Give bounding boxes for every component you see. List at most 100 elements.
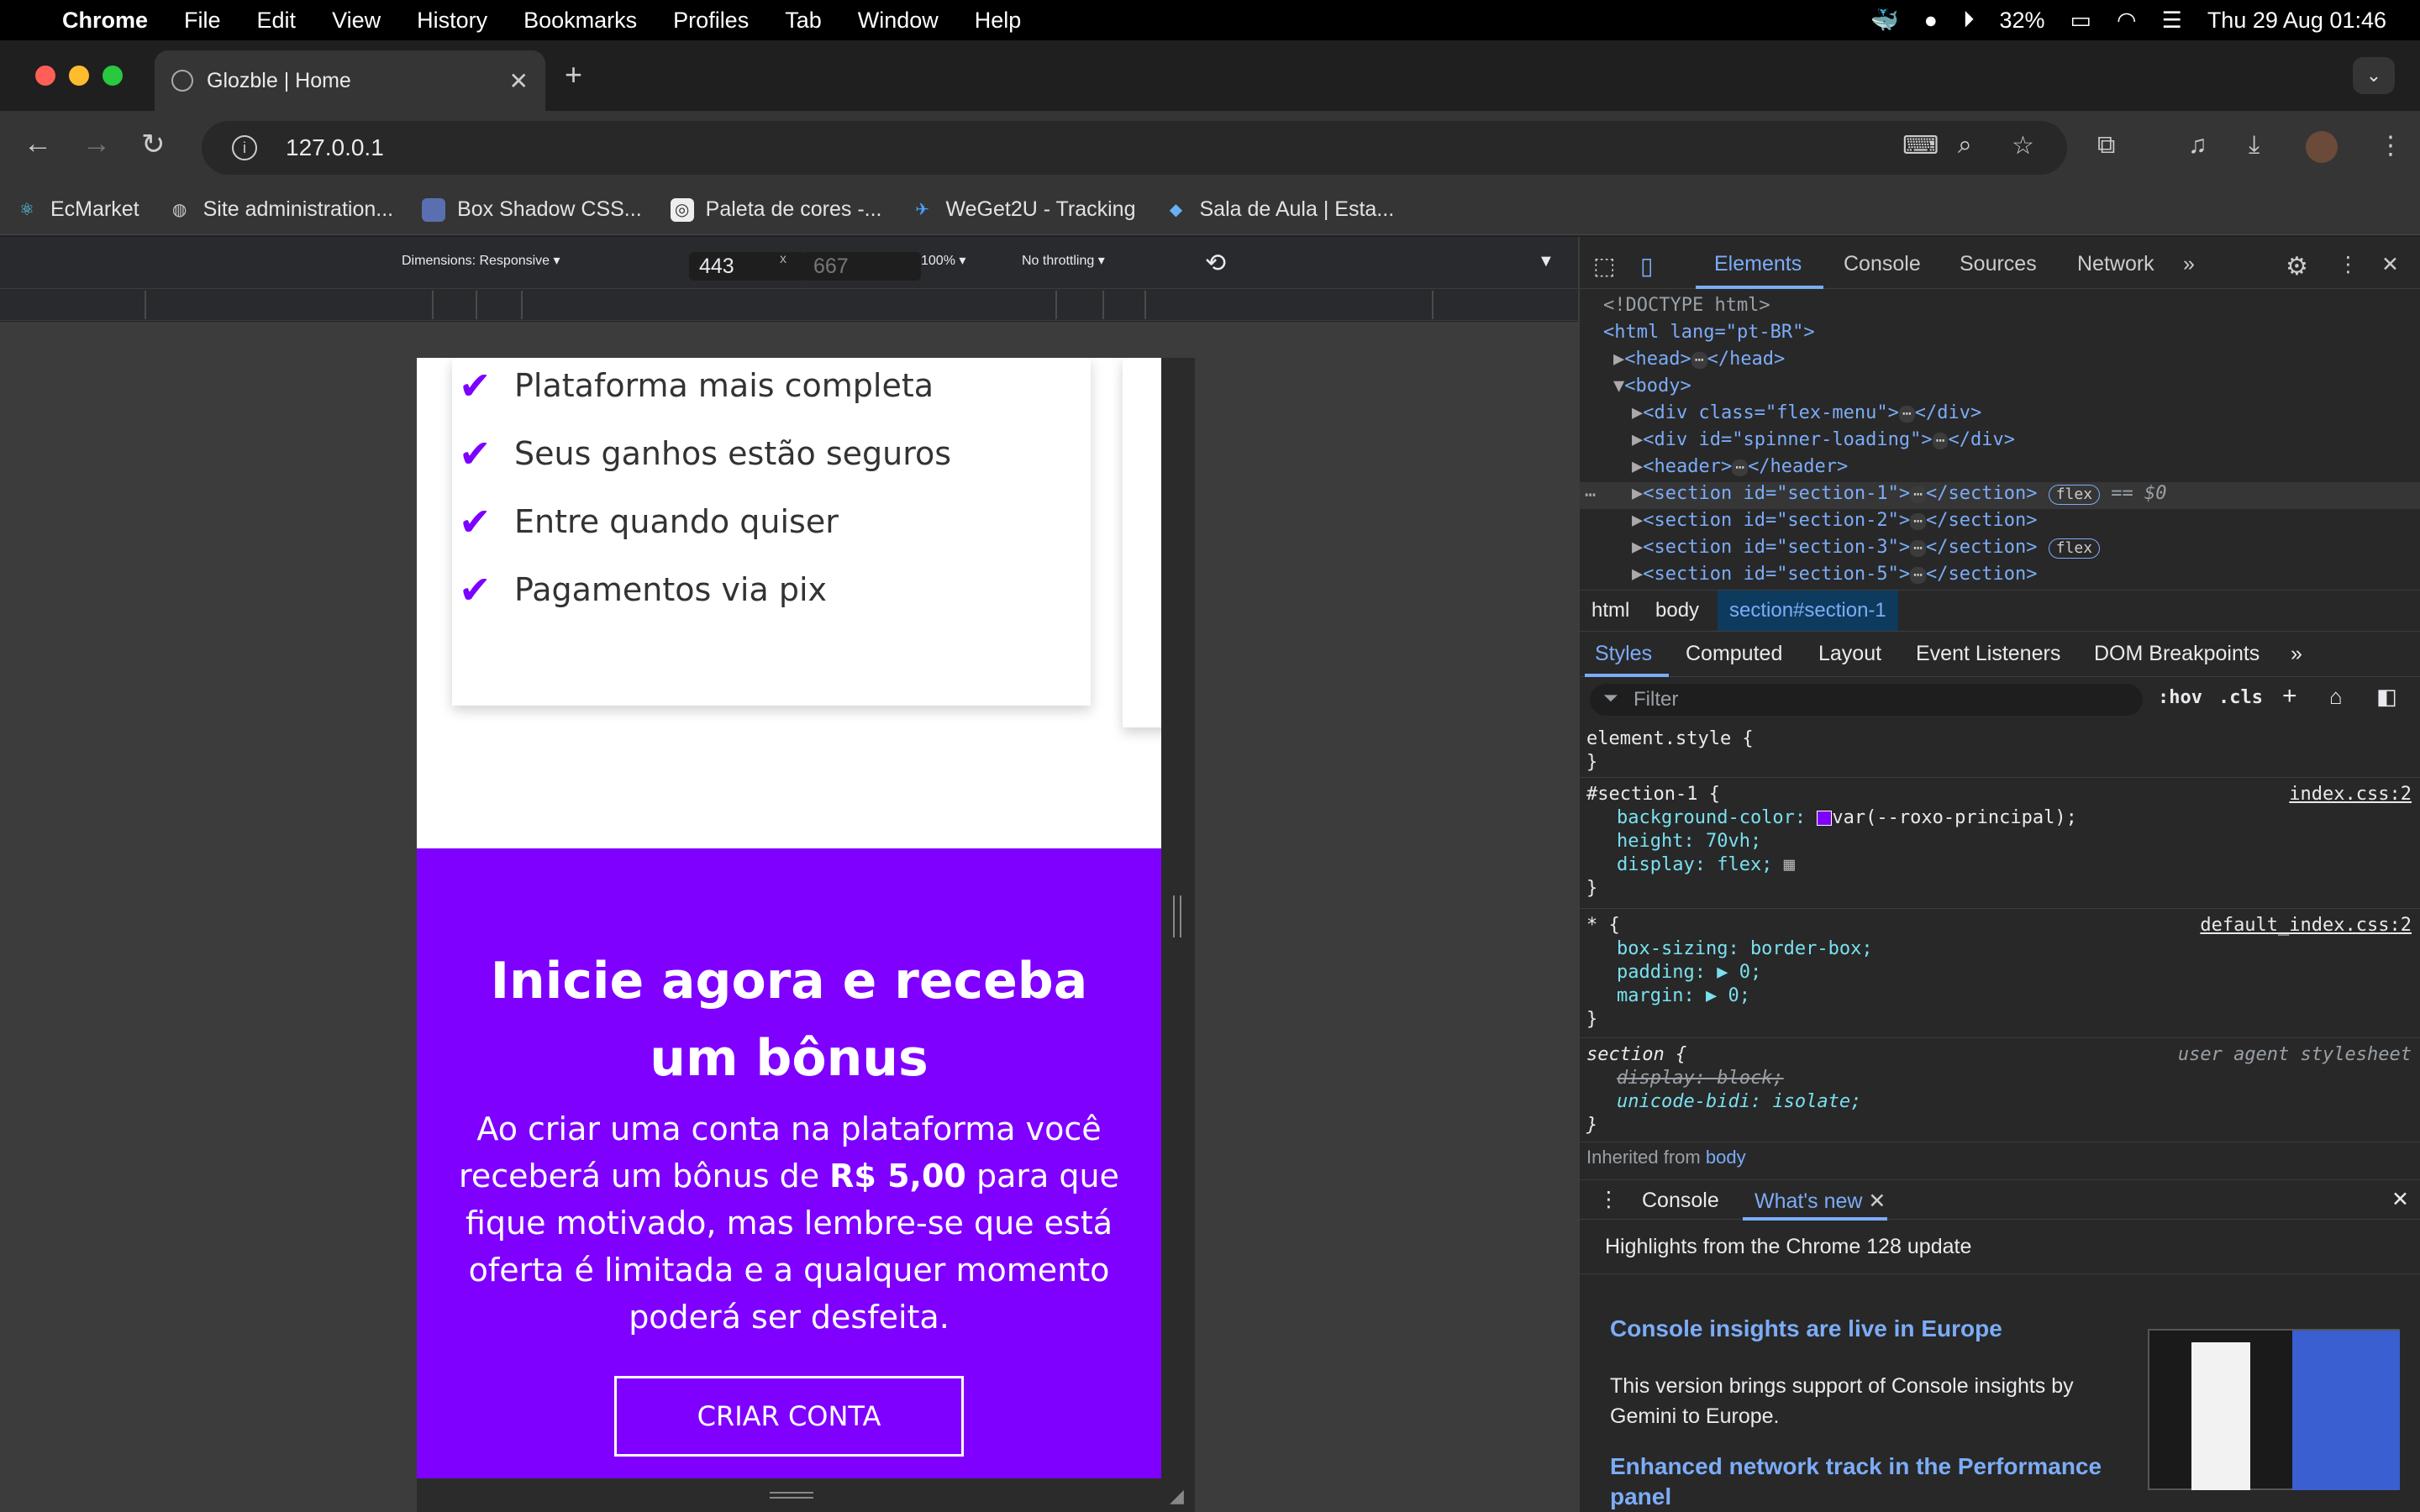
device-toggle-icon[interactable]: ▯ (1640, 252, 1653, 280)
minimize-window-button[interactable] (69, 66, 89, 86)
wifi-icon[interactable]: ◠ (2117, 8, 2137, 34)
settings-gear-icon[interactable]: ⚙ (2286, 252, 2308, 281)
tab-computed[interactable]: Computed (1686, 642, 1782, 666)
menu-view[interactable]: View (332, 8, 381, 34)
more-menu-icon[interactable]: ⋮ (2378, 131, 2403, 160)
section-1-node[interactable]: ▶<section id="section-1"> ⋯ </section> fle… (1632, 480, 2167, 507)
sidebar-toggle-icon[interactable]: ◧ (2376, 684, 2397, 710)
crumb-html[interactable]: html (1591, 599, 1629, 622)
address-bar[interactable]: i 127.0.0.1 (202, 121, 2067, 175)
tab-sources[interactable]: Sources (1960, 252, 2037, 276)
width-input[interactable]: 443 (689, 252, 807, 281)
status-icon[interactable]: ● (1924, 8, 1938, 34)
flex-badge[interactable]: flex (2048, 485, 2101, 505)
ellipsis-icon[interactable]: ⋯ (1691, 352, 1707, 369)
throttling-dropdown[interactable]: No throttling ▾ (1022, 252, 1105, 269)
rule-selector[interactable]: element.style { (1586, 727, 2412, 751)
flex-editor-icon[interactable]: ▦ (1784, 854, 1795, 875)
menu-bookmarks[interactable]: Bookmarks (523, 8, 637, 34)
menu-app-chrome[interactable]: Chrome (62, 8, 148, 34)
prop-height[interactable]: height: 70vh; (1586, 830, 2412, 853)
more-tabs-icon[interactable]: » (2291, 642, 2302, 666)
browser-tab[interactable]: Glozble | Home ✕ (155, 50, 545, 111)
new-rule-icon[interactable]: + (2282, 682, 2297, 711)
resize-grip-icon[interactable] (770, 1492, 813, 1499)
resize-handle-right[interactable] (1161, 358, 1195, 1478)
bookmark-paleta[interactable]: ◎ Paleta de cores -... (670, 197, 881, 222)
prop-display[interactable]: display: flex; ▦ (1586, 853, 2412, 877)
control-center-icon[interactable]: ☰ (2162, 8, 2182, 34)
resize-grip-icon[interactable] (1173, 895, 1181, 937)
whats-new-heading[interactable]: Enhanced network track in the Performanc… (1610, 1452, 2148, 1512)
whats-new-heading[interactable]: Console insights are live in Europe (1610, 1315, 2002, 1342)
prop-padding[interactable]: padding: ▶ 0; (1586, 961, 2412, 984)
rule-source-link[interactable]: default_index.css:2 (2200, 914, 2412, 937)
ellipsis-icon[interactable]: ⋯ (1732, 459, 1749, 476)
close-tab-icon[interactable]: ✕ (1868, 1189, 1886, 1213)
rule-source-link[interactable]: index.css:2 (2289, 783, 2412, 806)
media-icon[interactable]: ♫ (2188, 131, 2207, 160)
back-icon[interactable]: ← (24, 128, 52, 160)
close-drawer-icon[interactable]: ✕ (2391, 1187, 2409, 1212)
tab-dom-breakpoints[interactable]: DOM Breakpoints (2094, 642, 2260, 666)
clock[interactable]: Thu 29 Aug 01:46 (2207, 8, 2386, 34)
site-info-icon[interactable]: i (232, 135, 257, 160)
div-flex-menu-node[interactable]: ▶<div class="flex-menu"> ⋯ </div> (1632, 400, 1981, 427)
styles-filter-input[interactable]: Filter (1590, 684, 2143, 716)
battery-icon[interactable]: ▭ (2070, 8, 2092, 34)
crumb-body[interactable]: body (1655, 599, 1699, 622)
section-2-node[interactable]: ▶<section id="section-2"> ⋯ </section> (1632, 507, 2037, 534)
ellipsis-icon[interactable]: ⋯ (1932, 433, 1949, 449)
resize-corner-icon[interactable]: ◢ (1170, 1485, 1184, 1507)
body-node[interactable]: ▼<body> (1613, 373, 1691, 400)
create-account-button[interactable]: CRIAR CONTA (614, 1376, 964, 1457)
dimensions-dropdown[interactable]: Dimensions: Responsive ▾ (402, 252, 560, 269)
ellipsis-icon[interactable]: ⋯ (1910, 540, 1926, 557)
flex-badge[interactable]: flex (2048, 538, 2101, 559)
paint-icon[interactable]: ⌂ (2329, 684, 2343, 710)
inspect-icon[interactable]: ⬚ (1593, 252, 1615, 280)
tab-console[interactable]: Console (1844, 252, 1921, 276)
prop-box-sizing[interactable]: box-sizing: border-box; (1586, 937, 2412, 961)
translate-icon[interactable]: ⌨ (1902, 131, 1939, 160)
menu-window[interactable]: Window (858, 8, 939, 34)
menu-history[interactable]: History (417, 8, 487, 34)
inherited-link[interactable]: body (1706, 1147, 1746, 1168)
menu-help[interactable]: Help (975, 8, 1022, 34)
crumb-section[interactable]: section#section-1 (1718, 591, 1898, 631)
prop-margin[interactable]: margin: ▶ 0; (1586, 984, 2412, 1008)
menu-profiles[interactable]: Profiles (673, 8, 749, 34)
avatar[interactable] (2306, 131, 2338, 163)
device-options-chevron-icon[interactable]: ▼ (1538, 252, 1555, 271)
prop-background-color[interactable]: background-color: var(--roxo-principal); (1586, 806, 2412, 830)
cls-toggle[interactable]: .cls (2218, 687, 2263, 708)
new-tab-icon[interactable]: + (565, 57, 582, 92)
tab-elements[interactable]: Elements (1714, 252, 1802, 276)
color-swatch[interactable] (1817, 811, 1833, 826)
tab-layout[interactable]: Layout (1818, 642, 1881, 666)
node-actions-icon[interactable]: ⋯ (1585, 482, 1596, 509)
drawer-menu-icon[interactable]: ⋮ (1598, 1187, 1619, 1212)
doctype-node[interactable]: <!DOCTYPE html> (1603, 292, 1770, 319)
section-3-node[interactable]: ▶<section id="section-3"> ⋯ </section> fle… (1632, 534, 2101, 561)
html-node[interactable]: <html lang="pt-BR"> (1603, 319, 1815, 346)
bookmark-sala-de-aula[interactable]: ◆ Sala de Aula | Esta... (1165, 197, 1394, 222)
close-tab-icon[interactable]: ✕ (509, 67, 529, 95)
header-node[interactable]: ▶<header> ⋯ </header> (1632, 454, 1848, 480)
bookmark-weget2u[interactable]: ✈ WeGet2U - Tracking (910, 197, 1135, 222)
menu-tab[interactable]: Tab (785, 8, 822, 34)
devtools-menu-icon[interactable]: ⋮ (2338, 252, 2359, 277)
zoom-dropdown[interactable]: 100% ▾ (921, 252, 965, 269)
bookmark-box-shadow[interactable]: Box Shadow CSS... (422, 197, 642, 222)
bookmark-ecmarket[interactable]: ⚛ EcMarket (15, 197, 139, 222)
menu-file[interactable]: File (184, 8, 221, 34)
rule-selector[interactable]: #section-1 { (1586, 783, 2412, 806)
more-tabs-icon[interactable]: » (2183, 252, 2195, 276)
close-devtools-icon[interactable]: ✕ (2381, 252, 2399, 277)
extensions-icon[interactable]: ⧉ (2097, 131, 2115, 160)
tab-search-chevron-icon[interactable]: ⌄ (2353, 57, 2395, 94)
ellipsis-icon[interactable]: ⋯ (1910, 567, 1926, 584)
zoom-icon[interactable]: ⌕ (1958, 131, 1972, 160)
menu-edit[interactable]: Edit (257, 8, 297, 34)
tab-network[interactable]: Network (2077, 252, 2154, 276)
